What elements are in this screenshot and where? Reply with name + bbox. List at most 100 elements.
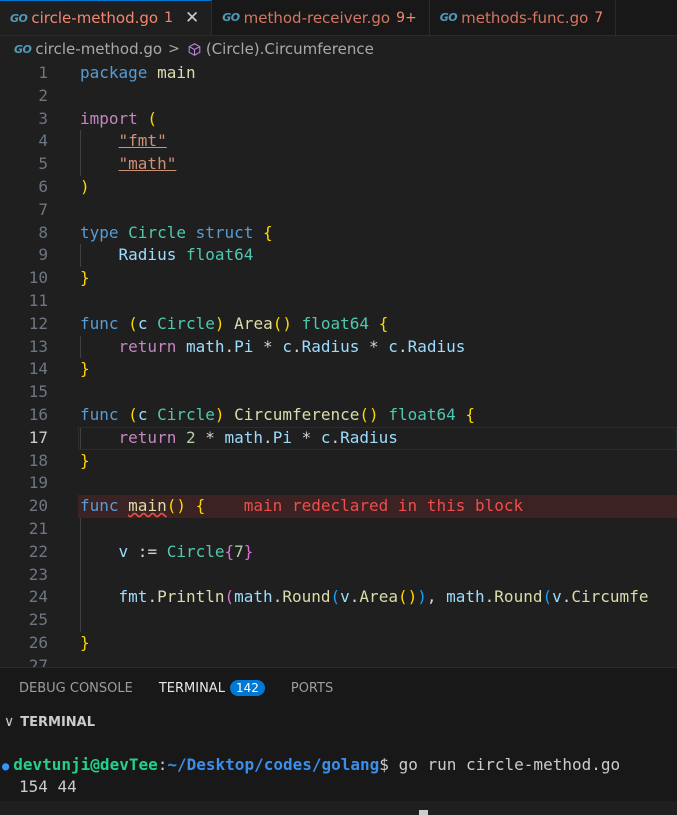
line-number: 27 <box>28 655 48 667</box>
editor-tab-bar: GO circle-method.go 1 ✕ GO method-receiv… <box>0 0 677 36</box>
breadcrumb-symbol[interactable]: (Circle).Circumference <box>206 40 374 58</box>
terminal-colon: : <box>157 755 168 774</box>
line-number: 6 <box>38 176 48 196</box>
go-file-icon: GO <box>14 42 32 56</box>
line-number: 1 <box>38 63 48 82</box>
code-line: 11 <box>0 290 677 313</box>
code-line: 25 <box>0 609 677 632</box>
program-output: 154 44 <box>19 777 77 796</box>
code-line: 24 fmt.Println(math.Round(v.Area()), mat… <box>0 586 677 609</box>
error-squiggle: main <box>128 496 167 516</box>
code-line: 15 <box>0 381 677 404</box>
line-number: 8 <box>38 222 48 242</box>
line-number: 24 <box>28 587 48 607</box>
tab-terminal[interactable]: TERMINAL 142 <box>158 668 265 710</box>
line-number: 7 <box>38 199 48 219</box>
terminal-user: devtunji@devTee <box>13 755 158 774</box>
problem-count: 1 <box>164 10 174 26</box>
code-line: 5 "math" <box>0 153 677 176</box>
code-line: 16 func (c Circle) Circumference() float6… <box>0 404 677 427</box>
code-line: 6) <box>0 176 677 199</box>
tab-debug-console[interactable]: DEBUG CONSOLE <box>19 668 133 710</box>
terminal-output[interactable]: ● devtunji@devTee:~/Desktop/codes/golang$… <box>0 735 677 815</box>
terminal-section-title: TERMINAL <box>20 714 96 730</box>
code-line-current: 17 return 2 * math.Pi * c.Radius <box>0 426 677 450</box>
breadcrumb-file[interactable]: circle-method.go <box>35 40 162 58</box>
line-number: 20 <box>28 496 48 516</box>
code-line: 1 package main <box>0 62 677 85</box>
code-line: 7 <box>0 199 677 222</box>
code-line: 3 import ( <box>0 108 677 131</box>
code-line: 10} <box>0 267 677 290</box>
code-line: 22 v := Circle{7} <box>0 541 677 564</box>
line-number: 9 <box>38 245 48 265</box>
line-number: 2 <box>38 85 48 105</box>
go-file-icon: GO <box>222 11 240 24</box>
line-number: 3 <box>38 108 48 128</box>
line-number: 14 <box>28 359 48 379</box>
inline-error-message: main redeclared in this block <box>243 496 524 516</box>
code-line: 18} <box>0 450 677 473</box>
go-file-icon: GO <box>439 11 458 24</box>
tab-label: TERMINAL <box>158 680 225 696</box>
panel-tab-bar: DEBUG CONSOLE TERMINAL 142 PORTS <box>0 667 677 710</box>
line-number: 17 <box>28 427 48 447</box>
terminal-command: go run circle-method.go <box>388 755 621 774</box>
terminal-path: ~/Desktop/codes/golang <box>167 755 380 774</box>
terminal-prompt-symbol: $ <box>379 755 389 774</box>
line-number: 10 <box>28 268 48 288</box>
code-line: 4 "fmt" <box>0 130 677 153</box>
code-line: 19 <box>0 472 677 495</box>
line-number: 5 <box>38 154 48 174</box>
code-line: 2 <box>0 85 677 108</box>
code-line: 21 <box>0 518 677 541</box>
go-file-icon: GO <box>10 11 28 25</box>
tab-methods-func[interactable]: GO methods-func.go 7 <box>429 0 617 35</box>
terminal-output-line: 154 44 <box>19 776 77 798</box>
terminal-count-badge: 142 <box>229 680 265 696</box>
cursor-block <box>419 810 428 815</box>
line-number: 22 <box>28 541 48 561</box>
code-line: 12 func (c Circle) Area() float64 { <box>0 313 677 336</box>
line-number: 11 <box>28 290 48 310</box>
line-number: 26 <box>28 632 48 652</box>
command-status-dot-icon[interactable]: ● <box>2 759 9 773</box>
line-number: 4 <box>38 131 48 151</box>
tab-label: PORTS <box>290 681 334 696</box>
code-line: 14} <box>0 358 677 381</box>
problem-count: 9+ <box>396 9 417 26</box>
line-number: 16 <box>28 404 48 424</box>
tab-label: DEBUG CONSOLE <box>19 681 133 696</box>
line-number: 18 <box>28 450 48 470</box>
line-number: 15 <box>28 382 48 402</box>
line-number: 23 <box>28 564 48 584</box>
line-number: 25 <box>28 610 48 630</box>
terminal-section-header[interactable]: ∨ TERMINAL <box>0 709 677 735</box>
code-line: 26} <box>0 632 677 655</box>
chevron-down-icon: ∨ <box>4 714 15 730</box>
line-number: 12 <box>28 313 48 333</box>
breadcrumb-separator: > <box>168 41 180 57</box>
code-line: 8 type Circle struct { <box>0 222 677 245</box>
code-editor[interactable]: 1 package main 2 3 import ( 4 "fmt" 5 "mat… <box>0 62 677 667</box>
line-number: 19 <box>28 473 48 493</box>
terminal-cursor <box>419 793 428 815</box>
code-line: 27 <box>0 655 677 667</box>
line-number: 21 <box>28 518 48 538</box>
code-line-error: 20 func main() { main redeclared in this … <box>0 495 677 518</box>
code-line: 13 return math.Pi * c.Radius * c.Radius <box>0 336 677 359</box>
close-icon[interactable]: ✕ <box>185 8 199 28</box>
problem-count: 7 <box>594 9 604 26</box>
line-number: 13 <box>28 336 48 356</box>
breadcrumb: GO circle-method.go > (Circle).Circumfer… <box>0 36 677 62</box>
tab-circle-method[interactable]: GO circle-method.go 1 ✕ <box>0 0 213 35</box>
code-line: 9 Radius float64 <box>0 244 677 267</box>
code-line: 23 <box>0 564 677 587</box>
tab-label: methods-func.go <box>461 8 589 27</box>
tab-label: method-receiver.go <box>243 8 391 27</box>
tab-label: circle-method.go <box>31 9 159 27</box>
terminal-prompt-line: ● devtunji@devTee:~/Desktop/codes/golang$… <box>0 754 620 776</box>
tab-ports[interactable]: PORTS <box>291 668 333 710</box>
tab-method-receiver[interactable]: GO method-receiver.go 9+ <box>212 0 430 35</box>
method-cube-icon <box>188 42 201 56</box>
